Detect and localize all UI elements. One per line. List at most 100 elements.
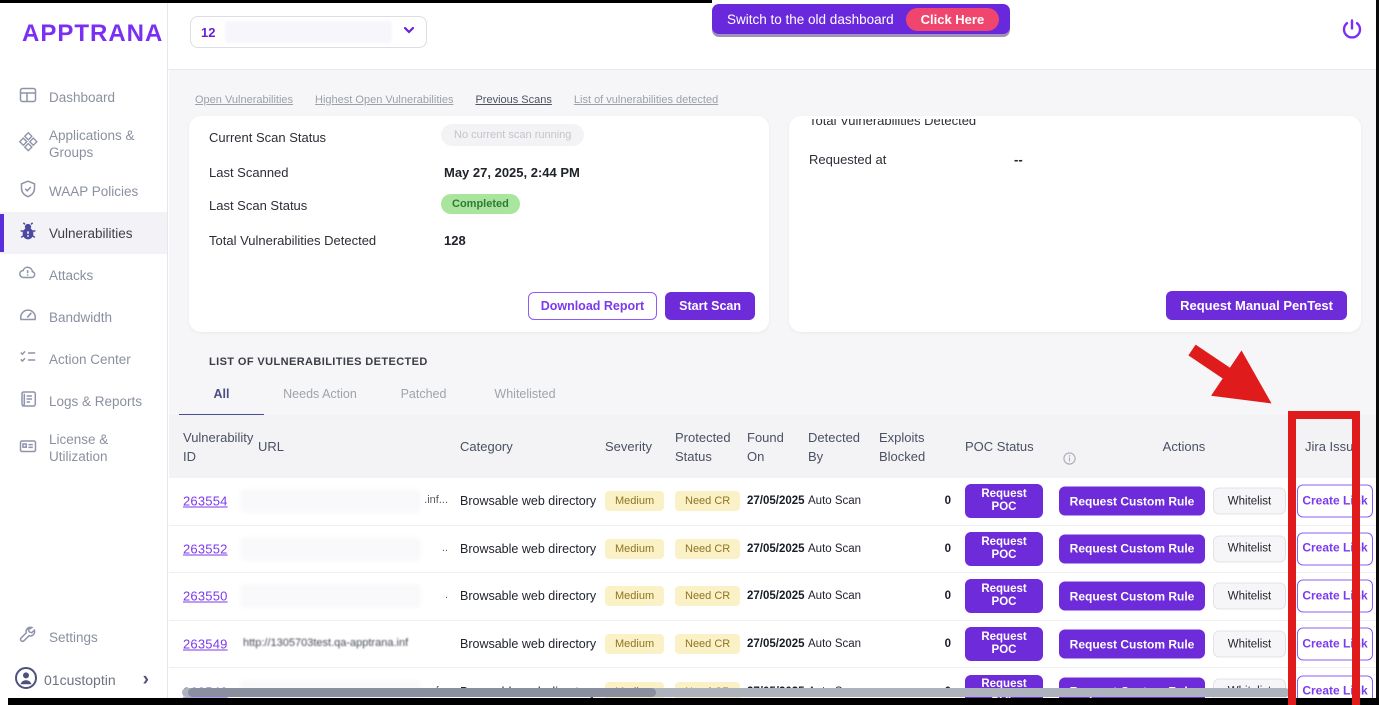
application-dropdown[interactable]: 12 bbox=[190, 16, 427, 48]
gauge-icon bbox=[18, 305, 38, 329]
exploits-blocked-cell: 0 bbox=[944, 590, 951, 603]
protected-status-badge: Need CR bbox=[675, 586, 741, 607]
sidebar-item-label: License & Utilization bbox=[49, 432, 109, 464]
tab-open-vulnerabilities[interactable]: Open Vulnerabilities bbox=[195, 94, 293, 106]
create-jira-link-button[interactable]: Create Link bbox=[1297, 579, 1373, 613]
request-custom-rule-button[interactable]: Request Custom Rule bbox=[1059, 486, 1205, 516]
whitelist-button[interactable]: Whitelist bbox=[1213, 630, 1286, 658]
sidebar-item-action-center[interactable]: Action Center bbox=[0, 338, 167, 380]
dashboard-icon bbox=[18, 85, 38, 109]
tab-highest-open-vulnerabilities[interactable]: Highest Open Vulnerabilities bbox=[315, 94, 453, 106]
sidebar-item-attacks[interactable]: Attacks bbox=[0, 254, 167, 296]
pentest-card: Total Vulnerabilities Detected Requested… bbox=[789, 116, 1361, 332]
scan-status-card: Current Scan Status No current scan runn… bbox=[189, 116, 769, 332]
sidebar-item-label: Bandwidth bbox=[49, 309, 113, 325]
category-cell: Browsable web directory bbox=[460, 494, 597, 509]
request-custom-rule-button[interactable]: Request Custom Rule bbox=[1059, 581, 1205, 611]
detected-by-cell: Auto Scan bbox=[808, 495, 862, 508]
power-icon[interactable] bbox=[1337, 16, 1367, 46]
topbar: 12 Switch to the old dashboard Click Her… bbox=[168, 0, 1379, 70]
tab-whitelisted[interactable]: Whitelisted bbox=[471, 381, 579, 417]
scan-actions: Download Report Start Scan bbox=[527, 292, 755, 320]
old-dashboard-banner: Switch to the old dashboard Click Here bbox=[712, 4, 1011, 34]
request-poc-button[interactable]: Request POC bbox=[965, 579, 1043, 614]
create-jira-link-button[interactable]: Create Link bbox=[1297, 532, 1373, 566]
url-cell: .. bbox=[239, 539, 454, 559]
exploits-blocked-cell: 0 bbox=[944, 495, 951, 508]
table-row: 263550 . Browsable web directory Medium … bbox=[169, 573, 1379, 621]
vulnerability-id-link[interactable]: 263550 bbox=[183, 589, 228, 604]
whitelist-button[interactable]: Whitelist bbox=[1213, 535, 1286, 563]
create-jira-link-button[interactable]: Create Link bbox=[1297, 484, 1373, 518]
avatar-icon bbox=[14, 666, 38, 693]
sidebar-item-settings[interactable]: Settings bbox=[0, 616, 167, 658]
vulnerability-id-link[interactable]: 263552 bbox=[183, 541, 228, 556]
url-fragment: .. bbox=[441, 541, 448, 554]
protected-status-badge: Need CR bbox=[675, 491, 741, 512]
vulnerability-section-tabs: Open Vulnerabilities Highest Open Vulner… bbox=[195, 94, 718, 106]
url-cell: .inf... bbox=[239, 491, 454, 511]
screenshot-top-edge bbox=[0, 0, 712, 3]
sidebar-item-label: Vulnerabilities bbox=[49, 225, 133, 241]
sidebar-item-label: Settings bbox=[49, 629, 98, 645]
sidebar-item-label: Dashboard bbox=[49, 89, 116, 105]
col-url: URL bbox=[258, 439, 285, 454]
tab-previous-scans[interactable]: Previous Scans bbox=[475, 94, 551, 106]
sidebar-item-label: Applications & Groups bbox=[49, 128, 135, 160]
whitelist-button[interactable]: Whitelist bbox=[1213, 582, 1286, 610]
sidebar-nav: Dashboard Applications & Groups WAAP Pol… bbox=[0, 76, 167, 474]
tab-all[interactable]: All bbox=[179, 381, 264, 417]
start-scan-button[interactable]: Start Scan bbox=[665, 292, 755, 320]
sidebar-item-bandwidth[interactable]: Bandwidth bbox=[0, 296, 167, 338]
sidebar-item-logs-reports[interactable]: Logs & Reports bbox=[0, 380, 167, 422]
shield-check-icon bbox=[18, 179, 38, 203]
main-content: Open Vulnerabilities Highest Open Vulner… bbox=[169, 70, 1379, 705]
vuln-filter-tabs: All Needs Action Patched Whitelisted bbox=[179, 381, 579, 417]
col-exploits-blocked: Exploits Blocked bbox=[879, 429, 926, 464]
tab-needs-action[interactable]: Needs Action bbox=[264, 381, 376, 417]
vuln-table-body: 263554 .inf... Browsable web directory M… bbox=[169, 478, 1379, 705]
sidebar-item-vulnerabilities[interactable]: Vulnerabilities bbox=[0, 212, 167, 254]
request-poc-button[interactable]: Request POC bbox=[965, 484, 1043, 519]
last-scanned-value: May 27, 2025, 2:44 PM bbox=[444, 165, 580, 180]
request-poc-button[interactable]: Request POC bbox=[965, 627, 1043, 662]
sidebar-item-license-utilization[interactable]: License & Utilization bbox=[0, 422, 167, 474]
vulnerability-id-link[interactable]: 263554 bbox=[183, 494, 228, 509]
requested-at-value: -- bbox=[1014, 152, 1023, 167]
sidebar-item-dashboard[interactable]: Dashboard bbox=[0, 76, 167, 118]
bug-icon bbox=[18, 221, 38, 245]
category-cell: Browsable web directory bbox=[460, 541, 597, 556]
col-severity: Severity bbox=[605, 439, 652, 454]
last-scan-status-label: Last Scan Status bbox=[209, 198, 308, 213]
sidebar-item-waap-policies[interactable]: WAAP Policies bbox=[0, 170, 167, 212]
tab-patched[interactable]: Patched bbox=[376, 381, 471, 417]
wrench-icon bbox=[18, 625, 38, 649]
sidebar-item-applications-groups[interactable]: Applications & Groups bbox=[0, 118, 167, 170]
request-custom-rule-button[interactable]: Request Custom Rule bbox=[1059, 534, 1205, 564]
col-found-on: Found On bbox=[747, 429, 784, 464]
request-manual-pentest-button[interactable]: Request Manual PenTest bbox=[1166, 291, 1347, 320]
col-protected-status: Protected Status bbox=[675, 429, 731, 464]
total-vulnerabilities-label: Total Vulnerabilities Detected bbox=[209, 233, 377, 248]
click-here-button[interactable]: Click Here bbox=[905, 7, 1000, 31]
tab-list-of-vulnerabilities[interactable]: List of vulnerabilities detected bbox=[574, 94, 718, 106]
horizontal-scrollbar-thumb[interactable] bbox=[188, 688, 656, 697]
redacted-url bbox=[243, 492, 418, 511]
vulnerability-id-link[interactable]: 263549 bbox=[183, 637, 228, 652]
completed-status-badge: Completed bbox=[441, 194, 520, 214]
whitelist-button[interactable]: Whitelist bbox=[1213, 487, 1286, 515]
horizontal-scrollbar-track[interactable] bbox=[182, 688, 1290, 697]
request-poc-button[interactable]: Request POC bbox=[965, 531, 1043, 566]
create-jira-link-button[interactable]: Create Link bbox=[1297, 627, 1373, 661]
table-row: 263554 .inf... Browsable web directory M… bbox=[169, 478, 1379, 526]
sidebar-item-label: Logs & Reports bbox=[49, 393, 143, 409]
download-report-button[interactable]: Download Report bbox=[527, 292, 658, 320]
col-jira-issue: Jira Issue bbox=[1305, 439, 1361, 454]
application-dropdown-value: 12 bbox=[201, 24, 216, 40]
request-custom-rule-button[interactable]: Request Custom Rule bbox=[1059, 629, 1205, 659]
screenshot-bottom-edge bbox=[8, 698, 1379, 705]
col-vulnerability-id: Vulnerability ID bbox=[183, 429, 254, 464]
sidebar-account[interactable]: 01custoptin › bbox=[0, 658, 167, 703]
severity-badge: Medium bbox=[605, 538, 665, 559]
total-vulnerabilities-value: 128 bbox=[444, 233, 466, 248]
